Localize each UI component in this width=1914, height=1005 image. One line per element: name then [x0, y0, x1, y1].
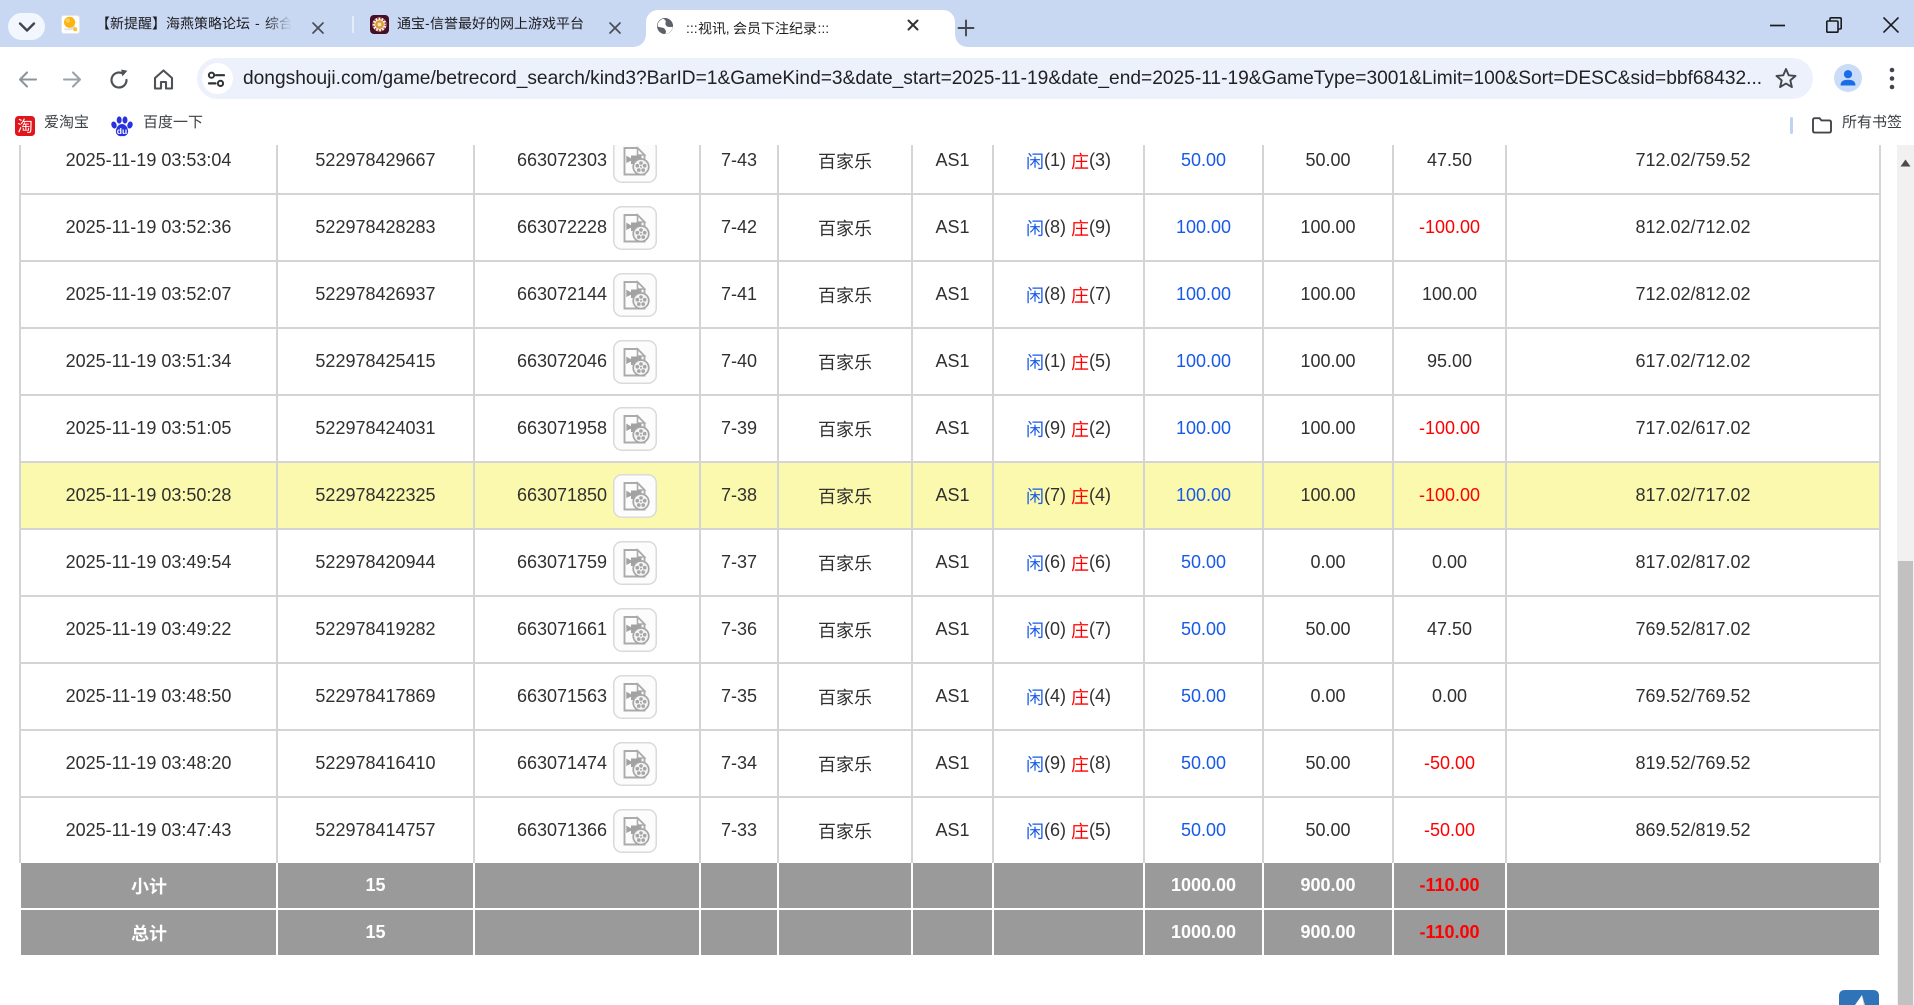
svg-text:du: du: [117, 126, 127, 136]
